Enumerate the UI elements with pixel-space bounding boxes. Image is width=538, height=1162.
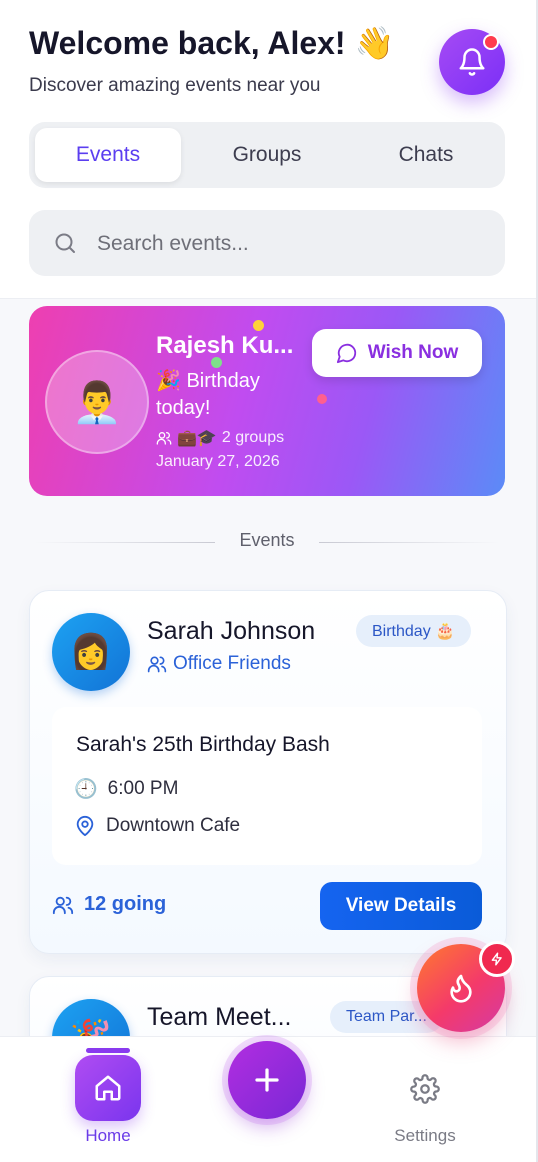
birthday-avatar: 👨‍💼: [45, 350, 149, 454]
wish-now-label: Wish Now: [367, 342, 459, 363]
event-time: 🕘 6:00 PM: [74, 777, 178, 801]
birthday-groups: 💼🎓 2 groups: [156, 428, 284, 448]
users-icon: [147, 656, 167, 673]
host-name: Team Meet...: [147, 1003, 292, 1031]
birthday-group-count: 2 groups: [221, 429, 285, 446]
attendee-count: 12 going: [52, 893, 166, 916]
birthday-avatar-emoji: 👨‍💼: [72, 380, 122, 425]
notification-dot: [483, 34, 499, 50]
welcome-subtitle: Discover amazing events near you: [29, 75, 321, 96]
birthday-message: 🎉 Birthday today!: [156, 370, 260, 419]
map-pin-icon: [76, 815, 94, 837]
host-avatar-emoji: 👩: [69, 633, 113, 671]
nav-settings-label[interactable]: Settings: [380, 1126, 470, 1146]
tab-bar: Events Groups Chats: [29, 122, 505, 188]
tab-events[interactable]: Events: [35, 128, 181, 182]
host-avatar: 👩: [52, 613, 130, 691]
view-details-button[interactable]: View Details: [320, 882, 482, 930]
message-circle-icon: [336, 343, 356, 364]
welcome-title: Welcome back, Alex! 👋: [29, 25, 395, 61]
event-group[interactable]: Office Friends: [147, 653, 291, 675]
tab-groups[interactable]: Groups: [194, 128, 340, 182]
bell-icon: [459, 48, 485, 76]
fab-badge: [479, 941, 515, 977]
tab-chats[interactable]: Chats: [353, 128, 499, 182]
section-label: Events: [239, 530, 295, 550]
birthday-date: January 27, 2026: [156, 453, 280, 470]
add-event-button[interactable]: [228, 1041, 306, 1119]
birthday-card[interactable]: 👨‍💼 Rajesh Ku... 🎉 Birthday today! 💼🎓 2 …: [29, 306, 505, 496]
event-location: Downtown Cafe: [74, 815, 240, 837]
wish-now-button[interactable]: Wish Now: [312, 329, 482, 377]
app-root: Welcome back, Alex! 👋 Discover amazing e…: [0, 0, 538, 1162]
event-time-text: 6:00 PM: [107, 778, 179, 799]
attendee-count-text: 12 going: [84, 893, 167, 915]
search-input[interactable]: [95, 210, 489, 278]
header: Welcome back, Alex! 👋 Discover amazing e…: [0, 0, 538, 299]
clock-icon: 🕘: [74, 779, 98, 800]
nav-home-label[interactable]: Home: [66, 1126, 150, 1146]
birthday-group-emojis: 💼🎓: [177, 430, 217, 447]
search-icon: [55, 233, 75, 253]
confetti-dot: [317, 394, 327, 404]
confetti-dot: [253, 320, 264, 331]
bolt-icon: [491, 952, 502, 966]
nav-home-button[interactable]: [75, 1055, 141, 1121]
home-icon: [95, 1075, 121, 1101]
birthday-name: Rajesh Ku...: [156, 332, 294, 359]
event-details-box: Sarah's 25th Birthday Bash 🕘 6:00 PM Dow…: [52, 707, 482, 865]
event-group-name: Office Friends: [173, 653, 291, 674]
active-indicator: [86, 1048, 130, 1053]
gear-icon: [410, 1074, 440, 1104]
nav-settings-button[interactable]: [395, 1067, 455, 1111]
event-location-text: Downtown Cafe: [106, 815, 241, 836]
event-type-badge: Birthday 🎂: [356, 615, 472, 647]
users-icon: [156, 432, 172, 445]
host-name: Sarah Johnson: [147, 617, 316, 645]
search-bar: [29, 210, 505, 278]
event-title: Sarah's 25th Birthday Bash: [76, 733, 330, 756]
event-card[interactable]: 👩 Sarah Johnson Office Friends Birthday …: [29, 590, 507, 954]
section-divider: Events: [29, 530, 505, 556]
plus-icon: [255, 1068, 279, 1092]
notifications-button[interactable]: [439, 29, 505, 95]
users-icon: [52, 896, 74, 914]
flame-icon: [450, 974, 472, 1003]
